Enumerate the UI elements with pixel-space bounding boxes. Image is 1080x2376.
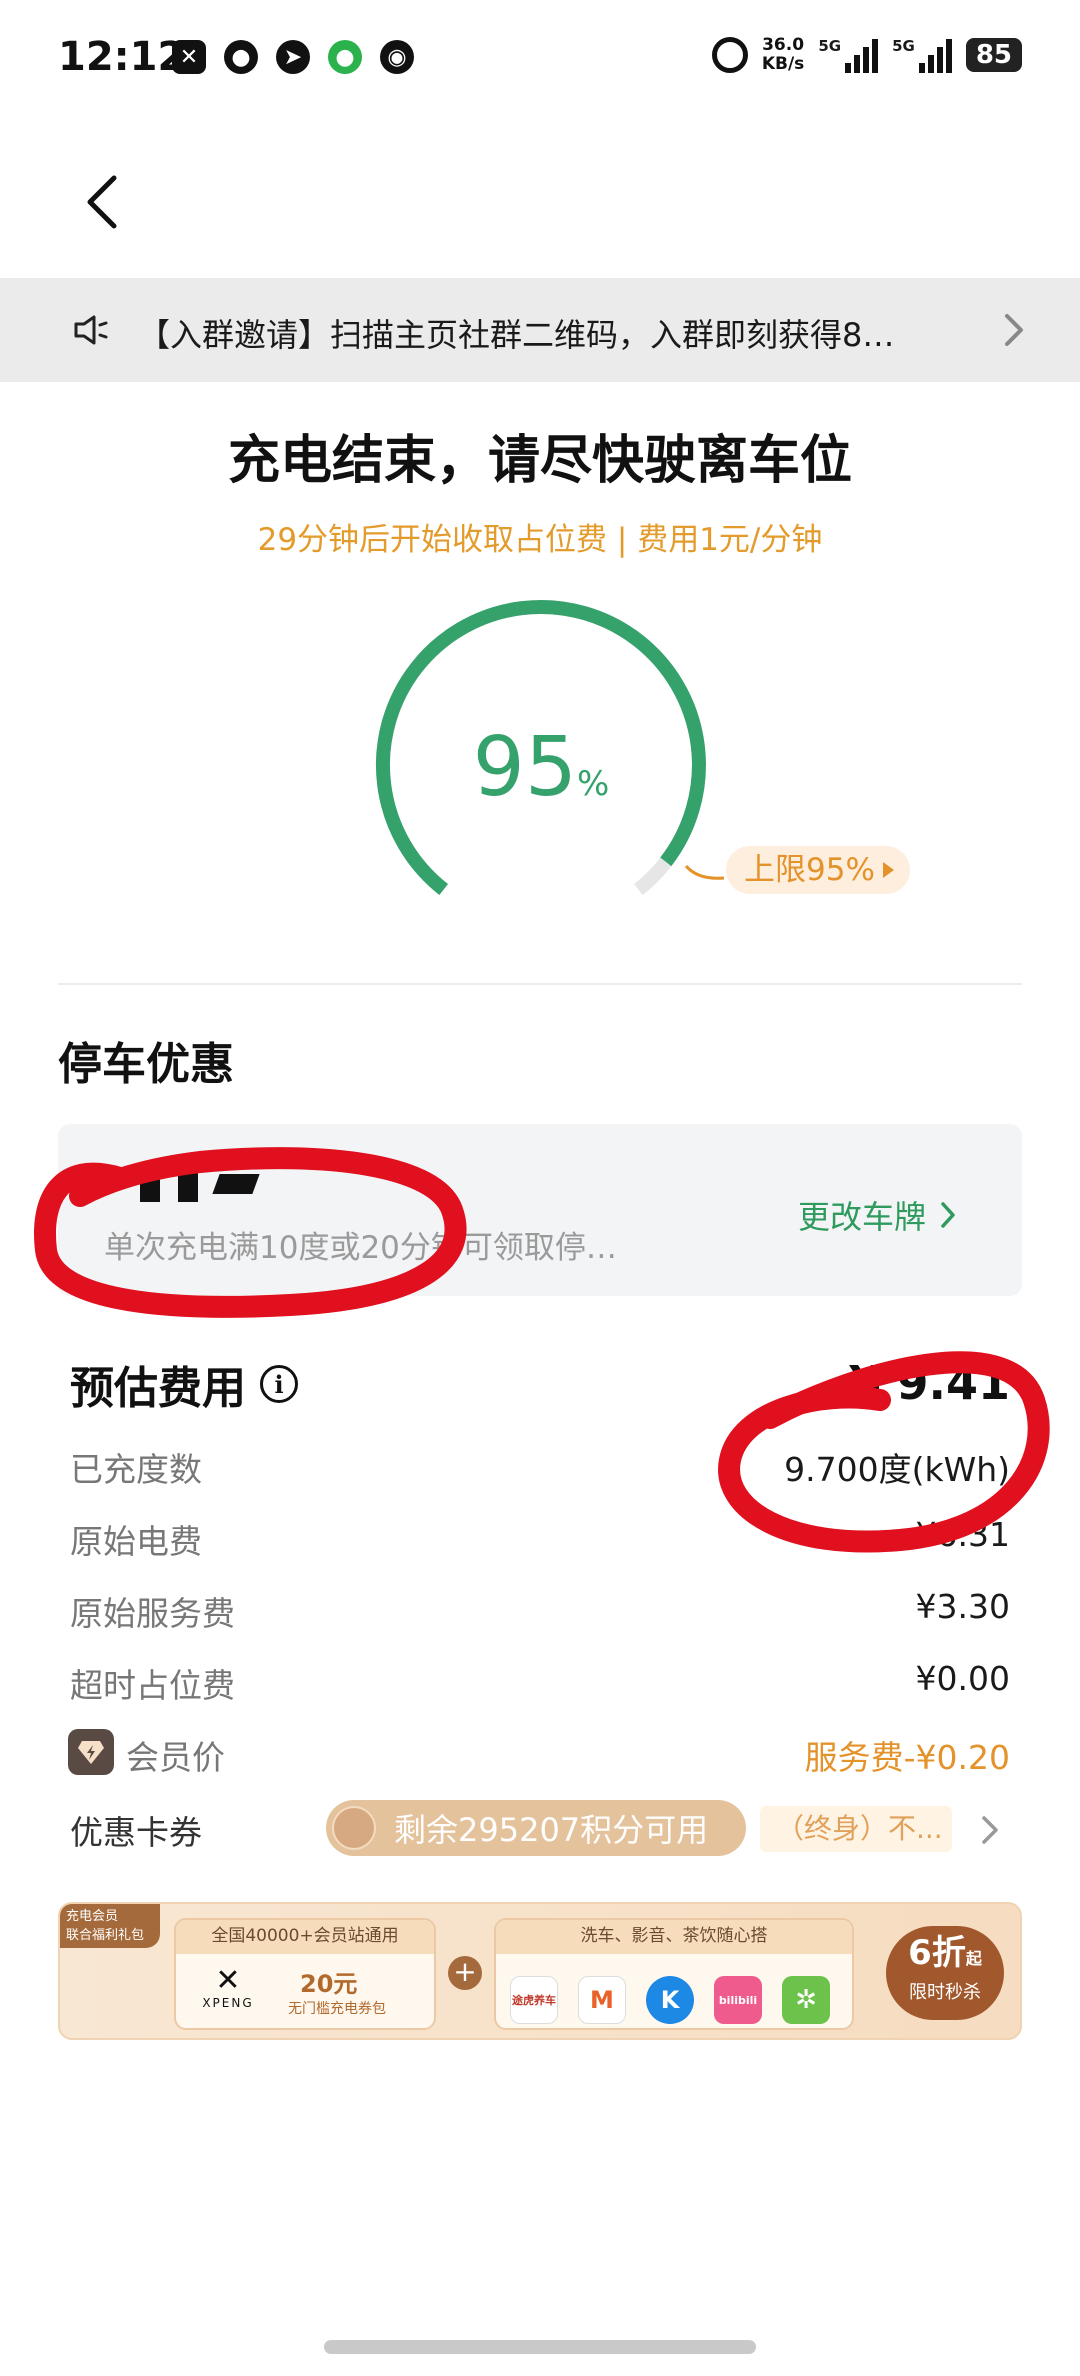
fee-title-label: 预估费用 [70,1363,246,1414]
sale-label: 限时秒杀 [909,1982,981,2003]
home-indicator[interactable] [324,2340,756,2354]
tuhu-logo-icon: 途虎养车 [510,1976,558,2024]
fee-row-label: 已充度数 [70,1450,202,1489]
charge-percent-value: 95 [472,720,578,815]
weibo-icon: ◉ [380,40,414,74]
change-plate-button[interactable]: 更改车牌 [798,1192,956,1238]
lifetime-coupon-tag[interactable]: （终身）不... [760,1806,952,1852]
bilibili-logo-icon: bilibili [714,1976,762,2024]
network-speed-value: 36.0 [762,35,805,55]
tea-brand-logo-icon: ✲ [782,1976,830,2024]
signal-bars-icon [845,37,879,73]
parking-section-title: 停车优惠 [58,1039,234,1090]
points-text: 剩余295207积分可用 [394,1811,709,1849]
fee-row-label: 原始服务费 [70,1594,235,1633]
license-plate-redacted [140,1164,260,1202]
plus-icon: + [448,1956,482,1990]
signal-1-label: 5G [818,37,842,55]
page-title: 充电结束，请尽快驶离车位 [227,431,852,491]
green-app-icon: ● [328,40,362,74]
status-bar: 12:12 ✕ ● ➤ ● ◉ 36.0 KB/s 5G 5G 85 [0,0,1080,120]
change-plate-label: 更改车牌 [798,1198,927,1236]
points-coin-icon [332,1806,376,1850]
occupancy-fee-notice: 29分钟后开始收取占位费 | 费用1元/分钟 [257,522,823,558]
mango-tv-logo-icon: M [578,1976,626,2024]
notice-text: 【入群邀请】扫描主页社群二维码，入群即刻获得8… [138,316,895,354]
fee-row-value: 9.700度(kWh) [784,1450,1010,1489]
charge-percent-unit: % [577,764,610,804]
banner-tag: 充电会员 联合福利礼包 [60,1904,160,1948]
sale-discount: 6折起 [886,1930,1004,1982]
limit-pointer [684,864,725,880]
back-button[interactable] [82,172,122,232]
fee-row-value: ¥0.00 [915,1659,1010,1698]
system-indicators: 36.0 KB/s 5G 5G 85 [711,36,1022,74]
battery-indicator: 85 [965,38,1022,72]
status-time: 12:12 [58,34,186,80]
charge-limit-badge[interactable]: 上限95% [726,846,910,894]
sale-discount-suffix: 起 [965,1949,982,1968]
coupon-box-head: 全国40000+会员站通用 [176,1920,434,1954]
fee-title: 预估费用 i [70,1352,298,1416]
partners-box: 洗车、影音、茶饮随心搭 途虎养车 M K bilibili ✲ [494,1918,854,2030]
points-pill[interactable]: 剩余295207积分可用 [326,1800,746,1856]
divider [58,983,1022,985]
signal-2-label: 5G [892,37,915,55]
parking-hint: 单次充电满10度或20分钟可领取停… [104,1230,617,1266]
coupon-box: 全国40000+会员站通用 ✕ XPENG 20元 无门槛充电券包 [174,1918,436,2030]
banner-tag-line2: 联合福利礼包 [66,1928,145,1943]
chevron-left-icon [87,175,117,229]
fee-row-value: ¥6.31 [915,1515,1010,1554]
coupon-label: 优惠卡券 [70,1813,202,1852]
wechat-icon: ● [224,40,258,74]
app-x-icon: ✕ [172,40,206,74]
chevron-right-icon [1005,314,1023,346]
kugou-logo-icon: K [646,1976,694,2024]
network-speed: 36.0 KB/s [762,36,804,74]
charge-percent: 95% [346,720,736,815]
fee-row-label: 超时占位费 [70,1666,235,1705]
banner-tag-line1: 充电会员 [66,1909,119,1924]
diamond-bolt-icon [68,1729,114,1775]
fee-row-value: ¥3.30 [915,1587,1010,1626]
bird-app-icon: ➤ [276,40,310,74]
notice-banner[interactable]: 【入群邀请】扫描主页社群二维码，入群即刻获得8… [0,278,1080,382]
network-speed-unit: KB/s [761,54,805,74]
coupon-amount: 20元 [300,1970,358,1998]
alarm-icon [711,37,748,73]
signal-1: 5G [818,37,879,73]
signal-bars-icon [918,37,952,73]
speaker-icon [74,315,108,345]
fee-total: ¥ 9.41 [848,1356,1010,1410]
sale-discount-value: 6折 [908,1933,966,1973]
info-icon[interactable]: i [260,1365,298,1403]
partners-box-head: 洗车、影音、茶饮随心搭 [496,1920,852,1954]
coupon-description: 无门槛充电券包 [288,2001,386,2017]
xpeng-logo: ✕ XPENG [198,1966,258,2011]
chevron-right-icon[interactable] [980,1814,1000,1846]
member-price-label: 会员价 [126,1738,225,1777]
play-triangle-icon [882,862,894,878]
membership-promo-banner[interactable]: 充电会员 联合福利礼包 全国40000+会员站通用 ✕ XPENG 20元 无门… [58,1902,1022,2040]
xpeng-logo-text: XPENG [202,1996,254,2010]
fee-row-label: 原始电费 [70,1522,202,1561]
flash-sale-badge[interactable]: 6折起 限时秒杀 [886,1926,1004,2020]
member-price-value: 服务费-¥0.20 [804,1738,1010,1777]
chevron-right-icon [941,1202,955,1228]
charge-limit-label: 上限95% [744,852,875,888]
notification-icons: ✕ ● ➤ ● ◉ [172,40,414,74]
signal-2: 5G [892,37,952,73]
